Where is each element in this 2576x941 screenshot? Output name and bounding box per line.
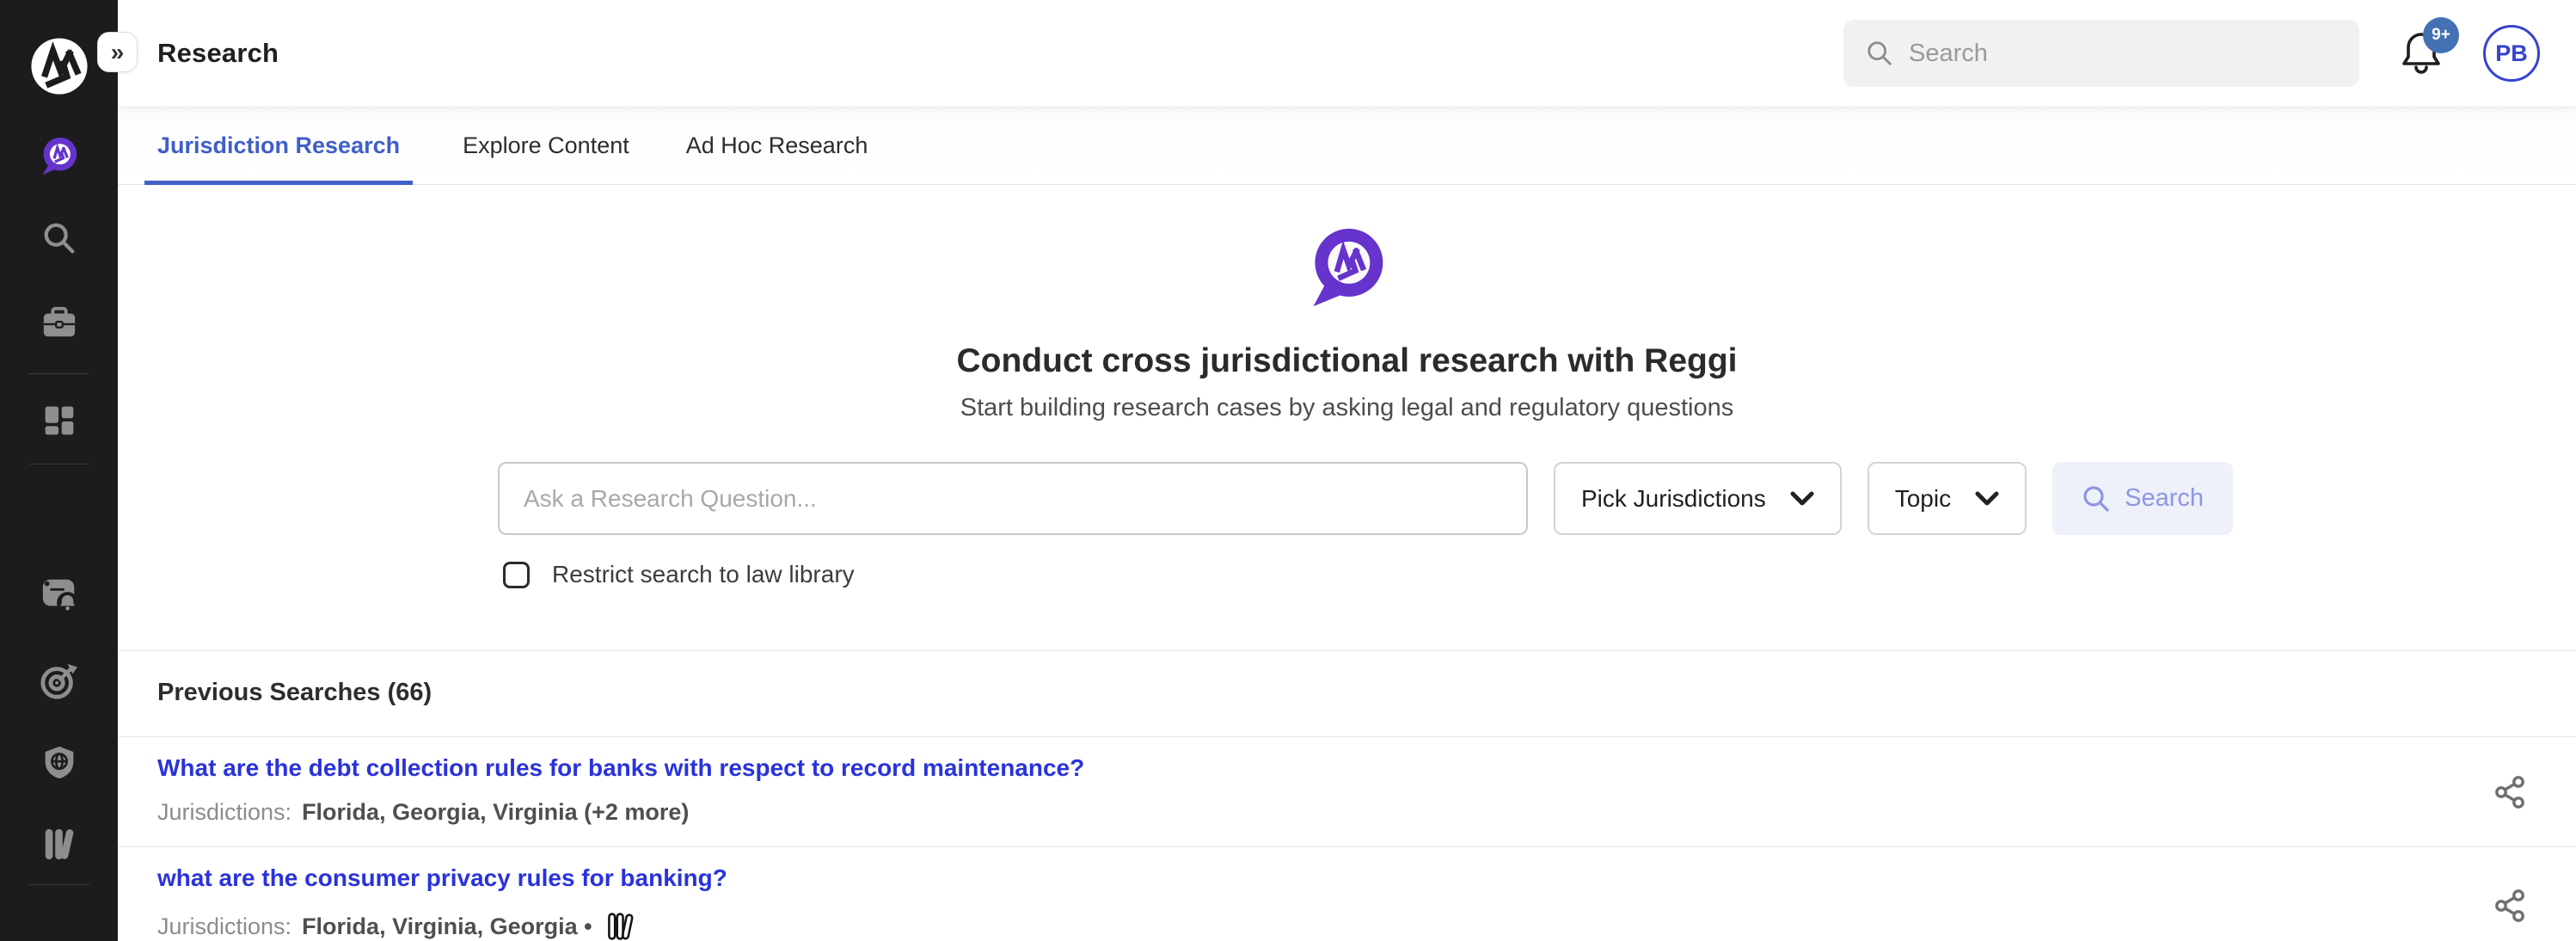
- shield-globe-icon: [42, 745, 77, 779]
- search-icon: [41, 220, 77, 256]
- tab-ad-hoc-research[interactable]: Ad Hoc Research: [679, 108, 875, 184]
- alerts-card-icon: [40, 575, 79, 614]
- expand-sidebar-button[interactable]: »: [97, 32, 138, 72]
- restrict-search-checkbox[interactable]: [503, 562, 530, 588]
- previous-search-row: what are the consumer privacy rules for …: [118, 846, 2576, 941]
- pick-jurisdictions-dropdown[interactable]: Pick Jurisdictions: [1554, 462, 1842, 535]
- sidebar-divider: [29, 373, 89, 374]
- sidebar-item-goals[interactable]: [0, 661, 118, 700]
- topic-label: Topic: [1895, 485, 1951, 513]
- jurisdictions-value: Florida, Virginia, Georgia •: [302, 913, 592, 940]
- sidebar-item-search[interactable]: [0, 220, 118, 256]
- header-actions: 9+ PB: [1843, 20, 2540, 87]
- restrict-search-label: Restrict search to law library: [552, 561, 855, 588]
- top-header: Research 9+ PB: [118, 0, 2576, 108]
- sidebar-item-library[interactable]: [0, 826, 118, 862]
- global-search-input[interactable]: [1909, 40, 2337, 68]
- briefcase-icon: [41, 304, 77, 341]
- sidebar: [0, 0, 118, 941]
- restrict-search-row: Restrict search to law library: [498, 561, 2196, 588]
- tab-jurisdiction-research[interactable]: Jurisdiction Research: [144, 108, 413, 184]
- reggi-chat-bubble-icon: [40, 136, 79, 175]
- share-button[interactable]: [2493, 889, 2528, 923]
- sidebar-item-dashboard[interactable]: [0, 403, 118, 438]
- notification-count-badge: 9+: [2423, 17, 2459, 53]
- avatar-initials: PB: [2495, 40, 2528, 67]
- hero-subheading: Start building research cases by asking …: [118, 394, 2576, 422]
- research-question-input[interactable]: [498, 462, 1528, 535]
- main-area: Research 9+ PB: [118, 0, 2576, 941]
- library-books-icon: [606, 909, 635, 941]
- research-question-form: Pick Jurisdictions Topic S: [498, 462, 2196, 535]
- previous-searches-title: Previous Searches (66): [118, 651, 2576, 736]
- search-button[interactable]: Search: [2052, 462, 2233, 535]
- user-avatar[interactable]: PB: [2483, 25, 2540, 82]
- sidebar-item-alerts[interactable]: [0, 575, 118, 614]
- search-icon: [1866, 40, 1893, 67]
- topic-dropdown[interactable]: Topic: [1868, 462, 2027, 535]
- dashboard-icon: [42, 403, 77, 438]
- tab-explore-content[interactable]: Explore Content: [456, 108, 636, 184]
- jurisdictions-line: Jurisdictions: Florida, Virginia, Georgi…: [157, 909, 2456, 941]
- research-tabs: Jurisdiction Research Explore Content Ad…: [118, 108, 2576, 185]
- chevron-down-icon: [1975, 491, 1999, 507]
- reggi-logo-icon[interactable]: [28, 34, 91, 98]
- sidebar-item-reggi-assistant[interactable]: [0, 136, 118, 175]
- jurisdictions-label: Jurisdictions:: [157, 799, 291, 826]
- jurisdictions-line: Jurisdictions: Florida, Georgia, Virgini…: [157, 799, 2456, 826]
- library-books-icon: [41, 826, 77, 862]
- hero-section: Conduct cross jurisdictional research wi…: [118, 185, 2576, 588]
- pick-jurisdictions-label: Pick Jurisdictions: [1581, 485, 1766, 513]
- sidebar-divider: [29, 884, 89, 885]
- previous-search-question-link[interactable]: What are the debt collection rules for b…: [157, 754, 1084, 782]
- double-chevron-right-icon: »: [111, 39, 125, 66]
- share-button[interactable]: [2493, 775, 2528, 809]
- target-icon: [40, 661, 79, 700]
- global-search-box[interactable]: [1843, 20, 2359, 87]
- reggi-chat-bubble-icon: [1307, 226, 1388, 309]
- previous-search-question-link[interactable]: what are the consumer privacy rules for …: [157, 864, 727, 892]
- previous-searches-section: Previous Searches (66) What are the debt…: [118, 650, 2576, 941]
- search-button-label: Search: [2125, 484, 2204, 513]
- sidebar-item-cases[interactable]: [0, 304, 118, 341]
- search-icon: [2082, 484, 2111, 514]
- chevron-down-icon: [1790, 491, 1814, 507]
- reggi-research-app: » Research 9+: [0, 0, 2576, 941]
- sidebar-item-compliance[interactable]: [0, 745, 118, 779]
- share-icon: [2493, 889, 2528, 923]
- notifications-button[interactable]: 9+: [2397, 28, 2445, 79]
- previous-search-row: What are the debt collection rules for b…: [118, 736, 2576, 846]
- jurisdictions-value: Florida, Georgia, Virginia (+2 more): [302, 799, 689, 826]
- share-icon: [2493, 775, 2528, 809]
- page-title: Research: [157, 38, 279, 69]
- jurisdictions-label: Jurisdictions:: [157, 913, 291, 940]
- hero-heading: Conduct cross jurisdictional research wi…: [118, 342, 2576, 380]
